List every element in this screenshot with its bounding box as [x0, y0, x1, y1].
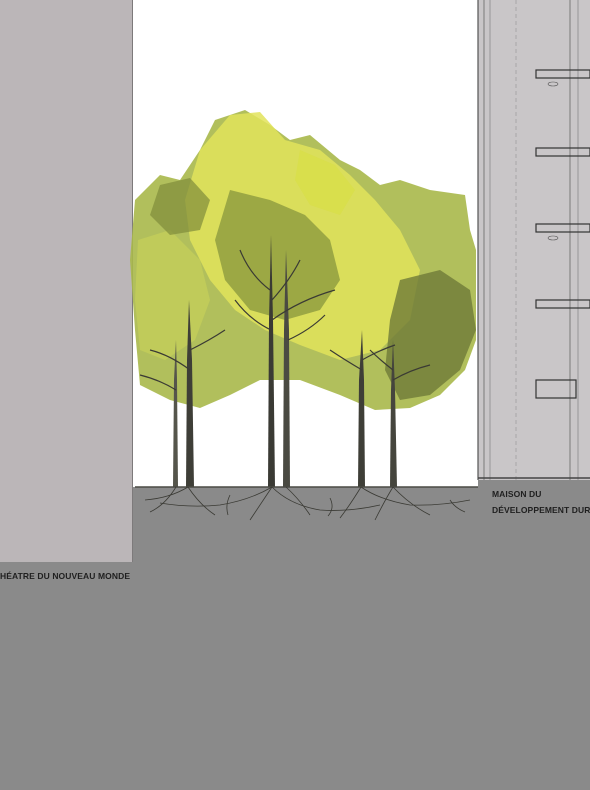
- roots-icon: [135, 486, 478, 521]
- maison-label-line1: MAISON DU: [492, 489, 542, 499]
- tree-icon: [130, 110, 476, 487]
- section-drawing: HÉATRE DU NOUVEAU MONDE MAISON DU DÉVELO…: [0, 0, 590, 790]
- building-section-icon: [477, 0, 590, 480]
- theatre-label: HÉATRE DU NOUVEAU MONDE: [0, 571, 131, 581]
- scene-svg: [130, 0, 590, 521]
- maison-label: MAISON DU DÉVELOPPEMENT DURA: [492, 486, 590, 518]
- maison-label-line2: DÉVELOPPEMENT DURA: [492, 505, 590, 515]
